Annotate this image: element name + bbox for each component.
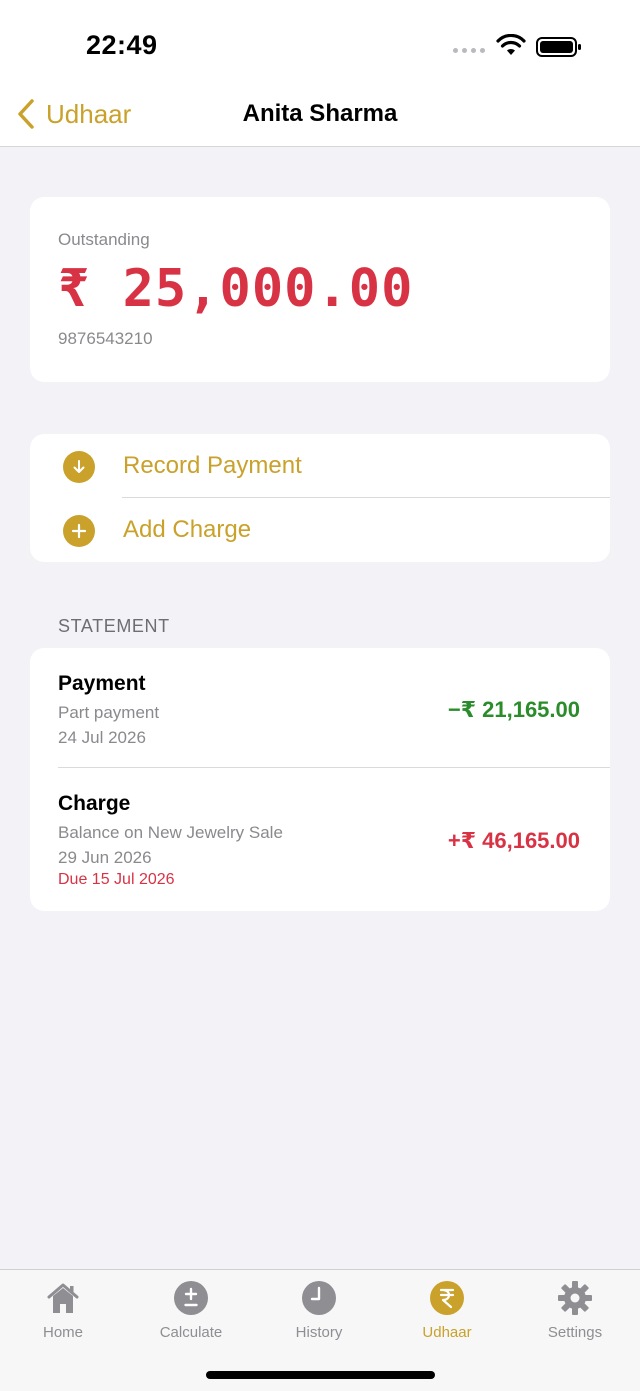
clock-icon — [302, 1281, 336, 1315]
cellular-signal-icon — [453, 48, 485, 53]
status-time: 22:49 — [86, 30, 158, 60]
record-payment-label: Record Payment — [123, 452, 302, 479]
record-payment-button[interactable]: Record Payment — [30, 434, 610, 498]
entry-amount: +₹ 46,165.00 — [447, 828, 580, 853]
statement-row[interactable]: Charge Balance on New Jewelry Sale 29 Ju… — [30, 768, 610, 911]
battery-icon — [536, 37, 581, 57]
add-charge-label: Add Charge — [123, 516, 252, 543]
entry-type: Payment — [58, 672, 146, 695]
house-icon — [47, 1283, 79, 1313]
entry-due-date: Due 15 Jul 2026 — [58, 871, 175, 888]
tab-label: Udhaar — [422, 1324, 472, 1341]
tab-udhaar[interactable]: Udhaar — [392, 1280, 502, 1341]
tab-calculate[interactable]: Calculate — [136, 1280, 246, 1341]
entry-amount: −₹ 21,165.00 — [447, 697, 580, 722]
statement-card: Payment Part payment 24 Jul 2026 −₹ 21,1… — [30, 648, 610, 911]
tab-settings[interactable]: Settings — [520, 1280, 630, 1341]
plus-circle-icon — [63, 515, 95, 547]
tab-label: History — [295, 1324, 343, 1341]
tab-history[interactable]: History — [264, 1280, 374, 1341]
header: 22:49 Udhaar Anita Sharma — [0, 0, 640, 147]
entry-type: Charge — [58, 792, 131, 815]
plus-minus-icon — [174, 1281, 208, 1315]
add-charge-button[interactable]: Add Charge — [30, 498, 610, 562]
entry-date: 29 Jun 2026 — [58, 848, 152, 867]
tab-label: Settings — [547, 1324, 603, 1341]
tab-home[interactable]: Home — [8, 1280, 118, 1341]
arrow-down-circle-icon — [63, 451, 95, 483]
home-indicator[interactable] — [206, 1371, 435, 1379]
wifi-icon — [496, 34, 526, 55]
outstanding-label: Outstanding — [58, 230, 150, 249]
statement-row[interactable]: Payment Part payment 24 Jul 2026 −₹ 21,1… — [30, 648, 610, 768]
tab-label: Calculate — [159, 1324, 223, 1341]
actions-card: Record Payment Add Charge — [30, 434, 610, 562]
entry-note: Balance on New Jewelry Sale — [58, 823, 283, 842]
entry-note: Part payment — [58, 703, 160, 722]
outstanding-amount: ₹ 25,000.00 — [58, 259, 414, 319]
statement-section-title: STATEMENT — [58, 616, 170, 636]
gear-icon — [558, 1281, 592, 1315]
entry-date: 24 Jul 2026 — [58, 728, 146, 747]
customer-phone: 9876543210 — [58, 329, 153, 348]
page-title: Anita Sharma — [242, 100, 398, 127]
rupee-icon — [430, 1281, 464, 1315]
tab-label: Home — [42, 1324, 83, 1341]
outstanding-card: Outstanding ₹ 25,000.00 9876543210 — [30, 197, 610, 382]
